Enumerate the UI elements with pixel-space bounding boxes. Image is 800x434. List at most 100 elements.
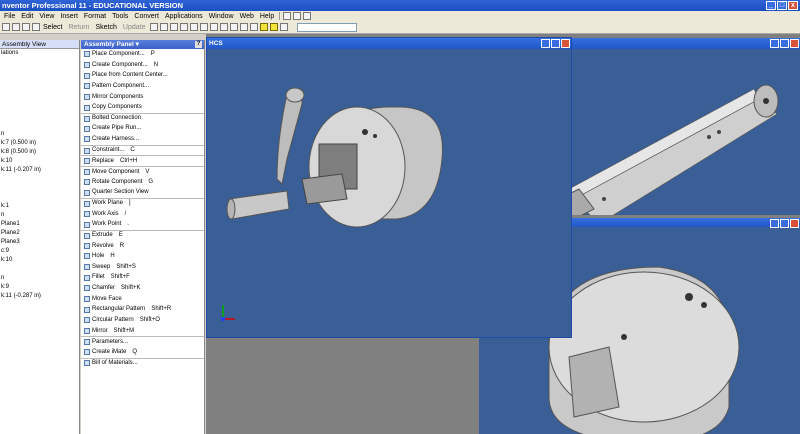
browser-row[interactable]: Plane1	[0, 220, 79, 229]
browser-row[interactable]: Plane3	[0, 238, 79, 247]
menu-item[interactable]: Window	[206, 13, 237, 20]
select-button[interactable]: Select	[41, 24, 64, 31]
rotate-icon[interactable]	[200, 23, 209, 31]
panel-command[interactable]: Mirror Shift+M	[81, 326, 204, 337]
panel-command[interactable]: Create iMate Q	[81, 347, 204, 358]
browser-row[interactable]	[0, 184, 79, 193]
display-mode-icon[interactable]	[230, 23, 239, 31]
maximize-button[interactable]	[551, 39, 560, 48]
browser-row[interactable]: k:7 (0.500 in)	[0, 139, 79, 148]
browser-row[interactable]: n	[0, 211, 79, 220]
panel-command[interactable]: Move Component V	[81, 166, 204, 177]
menu-item[interactable]: Web	[237, 13, 257, 20]
panel-command[interactable]: Constraint... C	[81, 144, 204, 156]
panel-command[interactable]: Quarter Section View	[81, 187, 204, 198]
panel-command[interactable]: Circular Pattern Shift+O	[81, 315, 204, 326]
browser-row[interactable]: k:9	[0, 283, 79, 292]
browser-row[interactable]: k:10	[0, 157, 79, 166]
look-at-icon[interactable]	[210, 23, 219, 31]
browser-row[interactable]	[0, 76, 79, 85]
color-icon[interactable]	[260, 23, 269, 31]
panel-command[interactable]: Rectangular Pattern Shift+R	[81, 304, 204, 315]
return-button[interactable]: Return	[66, 24, 91, 31]
minimize-button[interactable]	[770, 39, 779, 48]
panel-command[interactable]: Copy Components	[81, 102, 204, 113]
panel-command[interactable]: Pattern Component...	[81, 81, 204, 92]
browser-row[interactable]	[0, 112, 79, 121]
camera-icon[interactable]	[250, 23, 259, 31]
menu-item[interactable]: Convert	[131, 13, 162, 20]
maximize-button[interactable]: □	[777, 1, 787, 10]
browser-row[interactable]	[0, 58, 79, 67]
style-icon[interactable]	[270, 23, 279, 31]
browser-row[interactable]	[0, 265, 79, 274]
browser-row[interactable]: k:8 (0.500 in)	[0, 148, 79, 157]
sketch-button[interactable]: Sketch	[93, 24, 118, 31]
viewer-main[interactable]: HCS	[206, 37, 572, 338]
panel-command[interactable]: Parameters...	[81, 336, 204, 347]
browser-row[interactable]	[0, 67, 79, 76]
open-icon[interactable]	[12, 23, 20, 31]
panel-command[interactable]: Move Face	[81, 294, 204, 305]
panel-command[interactable]: Bolted Connection	[81, 112, 204, 124]
panel-command[interactable]: Fillet Shift+F	[81, 272, 204, 283]
browser-row[interactable]: n	[0, 130, 79, 139]
panel-command[interactable]: Rotate Component G	[81, 177, 204, 188]
menu-item[interactable]: File	[1, 13, 18, 20]
browser-tab[interactable]: Assembly View	[0, 40, 79, 49]
browser-row[interactable]	[0, 85, 79, 94]
browser-row[interactable]: lations	[0, 49, 79, 58]
menu-item[interactable]: Insert	[57, 13, 81, 20]
menu-item[interactable]: Format	[81, 13, 109, 20]
panel-header[interactable]: Assembly Panel ▾ ?	[81, 40, 204, 49]
panel-command[interactable]: Work Point.	[81, 219, 204, 230]
close-button[interactable]	[790, 39, 799, 48]
browser-row[interactable]	[0, 193, 79, 202]
menu-item[interactable]: Help	[257, 13, 277, 20]
panel-command[interactable]: Create Component... N	[81, 60, 204, 71]
zoom-icon[interactable]	[170, 23, 179, 31]
browser-row[interactable]: c:9	[0, 247, 79, 256]
panel-command[interactable]: Revolve R	[81, 241, 204, 252]
zoom-all-icon[interactable]	[150, 23, 159, 31]
panel-command[interactable]: Place Component... P	[81, 49, 204, 60]
panel-command[interactable]: Place from Content Center...	[81, 70, 204, 81]
panel-command[interactable]: Create Harness...	[81, 134, 204, 145]
browser-row[interactable]	[0, 175, 79, 184]
zoom-window-icon[interactable]	[160, 23, 169, 31]
browser-row[interactable]: Plane2	[0, 229, 79, 238]
new-icon[interactable]	[2, 23, 10, 31]
browser-row[interactable]: k:1	[0, 202, 79, 211]
maximize-button[interactable]	[780, 39, 789, 48]
style-dropdown[interactable]	[297, 22, 358, 32]
panel-command[interactable]: Sweep Shift+S	[81, 262, 204, 273]
browser-row[interactable]	[0, 94, 79, 103]
panel-command[interactable]: Work Axis /	[81, 209, 204, 220]
menu-item[interactable]: Tools	[109, 13, 131, 20]
zoom-selected-icon[interactable]	[190, 23, 199, 31]
network-icon[interactable]	[280, 23, 289, 31]
update-button[interactable]: Update	[121, 24, 148, 31]
minimize-button[interactable]	[541, 39, 550, 48]
menu-item[interactable]: View	[36, 13, 57, 20]
browser-row[interactable]: k:11 (-0.287 in)	[0, 292, 79, 301]
menu-item[interactable]: Applications	[162, 13, 206, 20]
panel-command[interactable]: Create Pipe Run...	[81, 123, 204, 134]
browser-row[interactable]: k:10	[0, 256, 79, 265]
close-button[interactable]: x	[788, 1, 798, 10]
panel-command[interactable]: Replace Ctrl+H	[81, 155, 204, 166]
browser-row[interactable]: n	[0, 274, 79, 283]
browser-row[interactable]	[0, 121, 79, 130]
browser-row[interactable]: k:11 (-0.207 in)	[0, 166, 79, 175]
panel-command[interactable]: Extrude E	[81, 229, 204, 241]
pan-icon[interactable]	[180, 23, 189, 31]
pan-icon[interactable]	[293, 12, 302, 20]
panel-command[interactable]: Work Plane]	[81, 197, 204, 209]
minimize-button[interactable]: _	[766, 1, 776, 10]
menu-item[interactable]: Edit	[18, 13, 36, 20]
viewer-titlebar[interactable]: HCS	[207, 38, 571, 49]
shadow-icon[interactable]	[240, 23, 249, 31]
panel-command[interactable]: Chamfer Shift+K	[81, 283, 204, 294]
close-button[interactable]	[561, 39, 570, 48]
undo-icon[interactable]	[22, 23, 30, 31]
